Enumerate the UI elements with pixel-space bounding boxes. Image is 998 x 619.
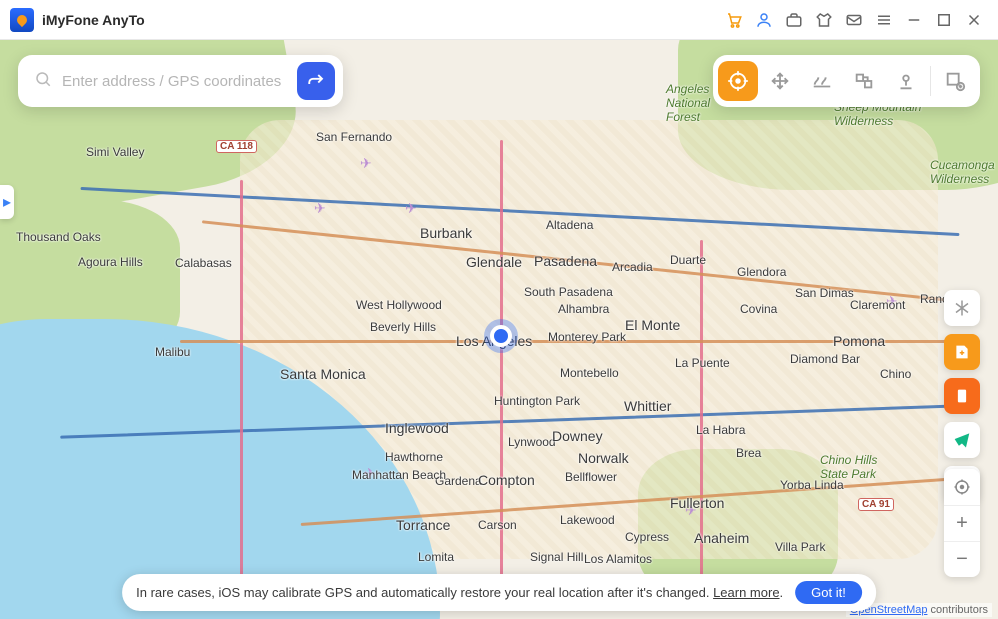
app-logo-icon [10, 8, 34, 32]
label-signal-hill: Signal Hill [530, 550, 583, 564]
zoom-out-button[interactable]: − [944, 541, 980, 577]
label-burbank: Burbank [420, 225, 472, 241]
got-it-button[interactable]: Got it! [795, 581, 862, 604]
label-beverly-hills: Beverly Hills [370, 320, 436, 334]
jump-teleport-button[interactable] [760, 61, 800, 101]
label-santa-monica: Santa Monica [280, 366, 366, 382]
current-location-marker [490, 325, 512, 347]
label-glendale: Glendale [466, 254, 522, 270]
label-agoura-hills: Agoura Hills [78, 255, 143, 269]
titlebar: iMyFone AnyTo [0, 0, 998, 40]
favorites-button[interactable] [944, 334, 980, 370]
label-lakewood: Lakewood [560, 513, 615, 527]
maximize-icon[interactable] [930, 6, 958, 34]
history-button[interactable] [944, 378, 980, 414]
two-spot-mode-button[interactable] [802, 61, 842, 101]
cooldown-icon[interactable] [944, 290, 980, 326]
label-duarte: Duarte [670, 253, 706, 267]
label-west-hollywood: West Hollywood [356, 298, 442, 312]
user-icon[interactable] [750, 6, 778, 34]
label-manhattan-beach: Manhattan Beach [352, 468, 446, 482]
learn-more-link[interactable]: Learn more [713, 585, 779, 600]
label-anaheim: Anaheim [694, 530, 749, 546]
search-bar [18, 55, 343, 107]
label-villa-park: Villa Park [775, 540, 825, 554]
label-pomona: Pomona [833, 333, 885, 349]
label-simi-valley: Simi Valley [86, 145, 144, 159]
label-torrance: Torrance [396, 517, 450, 533]
label-claremont: Claremont [850, 298, 905, 312]
multi-spot-mode-button[interactable] [844, 61, 884, 101]
label-lomita: Lomita [418, 550, 454, 564]
label-la-puente: La Puente [675, 356, 730, 370]
label-calabasas: Calabasas [175, 256, 232, 270]
label-norwalk: Norwalk [578, 450, 629, 466]
menu-icon[interactable] [870, 6, 898, 34]
zoom-in-button[interactable]: + [944, 505, 980, 541]
minimize-icon[interactable] [900, 6, 928, 34]
label-el-monte: El Monte [625, 317, 680, 333]
label-south-pasadena: South Pasadena [524, 285, 613, 299]
label-montebello: Montebello [560, 366, 619, 380]
label-diamond-bar: Diamond Bar [790, 352, 860, 366]
label-chino-hills: Chino Hills State Park [820, 453, 877, 481]
label-inglewood: Inglewood [385, 420, 449, 436]
label-arcadia: Arcadia [612, 260, 653, 274]
close-icon[interactable] [960, 6, 988, 34]
expand-panel-button[interactable]: ▸ [0, 185, 14, 219]
label-downey: Downey [552, 428, 603, 444]
label-glendora: Glendora [737, 265, 786, 279]
app-name: iMyFone AnyTo [42, 12, 145, 28]
search-icon [34, 70, 52, 93]
zoom-controls: + − [944, 469, 980, 577]
label-la-habra: La Habra [696, 423, 745, 437]
info-banner: In rare cases, iOS may calibrate GPS and… [122, 574, 876, 611]
label-pasadena: Pasadena [534, 253, 597, 269]
label-lynwood: Lynwood [508, 435, 556, 449]
label-yorba-linda: Yorba Linda [780, 478, 844, 492]
label-thousand-oaks: Thousand Oaks [16, 230, 101, 244]
label-malibu: Malibu [155, 345, 190, 359]
label-san-fernando: San Fernando [316, 130, 392, 144]
locate-me-button[interactable] [944, 469, 980, 505]
map-canvas[interactable]: ✈ ✈ ✈ ✈ ✈ ✈ Simi Valley Thousand Oaks Ag… [0, 40, 998, 619]
briefcase-icon[interactable] [780, 6, 808, 34]
label-compton: Compton [478, 472, 535, 488]
label-brea: Brea [736, 446, 761, 460]
label-carson: Carson [478, 518, 517, 532]
label-monterey-park: Monterey Park [548, 330, 626, 344]
label-bellflower: Bellflower [565, 470, 617, 484]
label-hawthorne: Hawthorne [385, 450, 443, 464]
teleport-mode-button[interactable] [718, 61, 758, 101]
search-go-button[interactable] [297, 62, 335, 100]
cart-icon[interactable] [720, 6, 748, 34]
label-huntington-park: Huntington Park [494, 394, 580, 408]
shield-ca91: CA 91 [858, 498, 894, 511]
label-chino: Chino [880, 367, 911, 381]
shield-ca118: CA 118 [216, 140, 257, 153]
share-telegram-button[interactable] [944, 422, 980, 458]
banner-text: In rare cases, iOS may calibrate GPS and… [136, 585, 709, 600]
label-cypress: Cypress [625, 530, 669, 544]
label-whittier: Whittier [624, 398, 671, 414]
mail-icon[interactable] [840, 6, 868, 34]
label-altadena: Altadena [546, 218, 593, 232]
shirt-icon[interactable] [810, 6, 838, 34]
label-los-alamitos: Los Alamitos [584, 552, 652, 566]
mode-toolbar [713, 55, 980, 107]
search-input[interactable] [62, 73, 297, 90]
label-covina: Covina [740, 302, 777, 316]
label-cucamonga: Cucamonga Wilderness [930, 158, 995, 186]
label-fullerton: Fullerton [670, 495, 724, 511]
label-san-dimas: San Dimas [795, 286, 854, 300]
label-alhambra: Alhambra [558, 302, 609, 316]
joystick-mode-button[interactable] [886, 61, 926, 101]
label-angeles-forest: Angeles National Forest [666, 82, 710, 124]
import-gpx-button[interactable] [935, 61, 975, 101]
